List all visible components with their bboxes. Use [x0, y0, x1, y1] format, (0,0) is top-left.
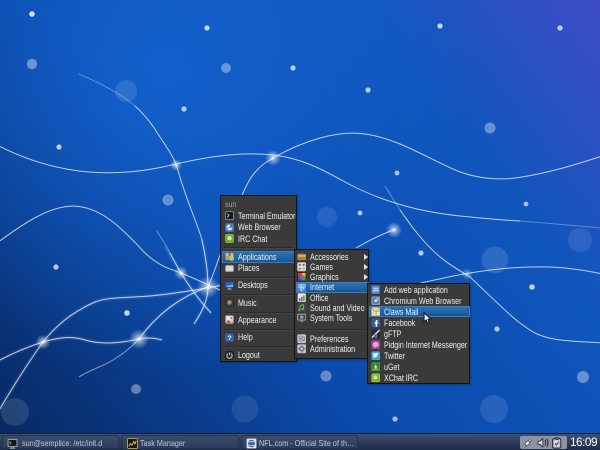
- svg-text:g: g: [374, 333, 377, 339]
- svg-text:?: ?: [227, 335, 231, 342]
